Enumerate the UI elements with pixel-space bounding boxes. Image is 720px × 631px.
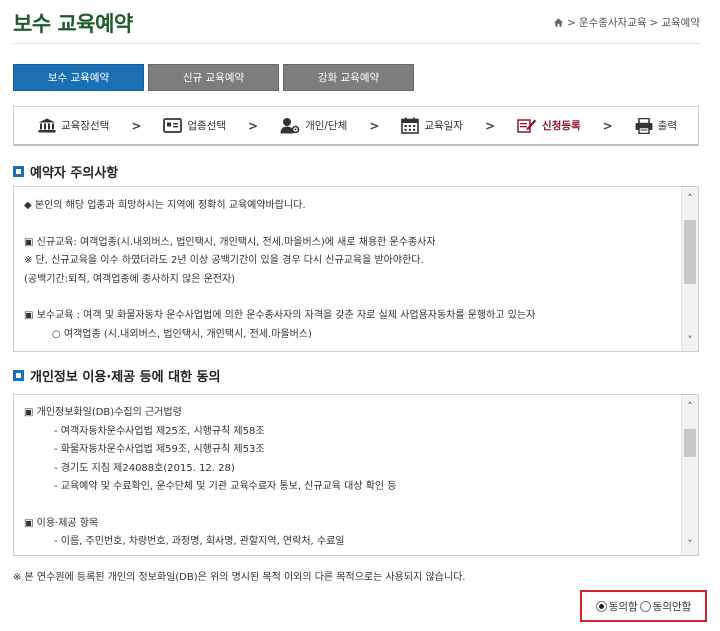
step-individual-group: 개인/단체 <box>280 117 347 134</box>
scroll-up-icon[interactable]: ˄ <box>682 398 698 414</box>
breadcrumb: > 운수종사자교육 > 교육예약 <box>553 15 700 30</box>
step-arrow: > <box>248 118 259 133</box>
notice-blank-line <box>24 216 670 234</box>
privacy-line: - 여객자동차운수사업법 제25조, 시행규칙 제58조 <box>54 425 265 437</box>
scroll-down-icon[interactable]: ˅ <box>682 332 698 348</box>
step-label: 신청등록 <box>542 120 581 132</box>
agree-radio[interactable] <box>595 600 607 612</box>
notice-scrollbar[interactable]: ˄ ˅ <box>681 187 698 351</box>
calendar-icon <box>401 117 420 134</box>
privacy-line: - 화물자동차운수사업법 제59조, 시행규칙 제53조 <box>54 444 265 455</box>
page-title: 보수 교육예약 <box>13 12 133 36</box>
privacy-section-title: 개인정보 이용·제공 등에 대한 동의 <box>30 370 221 385</box>
title-divider <box>13 43 700 44</box>
agree-label[interactable]: 동의함 <box>609 599 638 614</box>
notice-content: ◆ 본인의 해당 업종과 희망하시는 지역에 정확히 교육예약바랍니다. ▣ 신… <box>14 187 698 344</box>
notice-line: ▣ 신규교육: 여객업종(시.내외버스, 법인택시, 개인택시, 전세.마을버스… <box>24 236 436 248</box>
privacy-section-heading: 개인정보 이용·제공 등에 대한 동의 <box>13 366 220 385</box>
step-training-center: 교육장선택 <box>38 118 109 133</box>
step-label: 교육장선택 <box>61 120 110 132</box>
bullet-square-icon <box>13 166 24 177</box>
privacy-line: - 경기도 지침 제24088호(2015. 12. 28) <box>54 462 235 474</box>
privacy-line: ▣ 개인정보화일(DB)수집의 근거법령 <box>24 407 182 418</box>
notice-line: (공백기간:퇴직, 여객업종에 종사하지 않은 운전자) <box>24 273 236 285</box>
privacy-scrollbar[interactable]: ˄ ˅ <box>681 395 698 555</box>
step-training-date: 교육일자 <box>401 117 463 134</box>
notice-textbox[interactable]: ◆ 본인의 해당 업종과 희망하시는 지역에 정확히 교육예약바랍니다. ▣ 신… <box>13 186 699 352</box>
step-label: 출력 <box>657 120 678 132</box>
notice-blank-line <box>24 289 670 307</box>
tab-new-reservation[interactable]: 신규 교육예약 <box>148 64 279 91</box>
scroll-thumb[interactable] <box>684 429 696 457</box>
notice-section-title: 예약자 주의사항 <box>30 166 119 181</box>
disagree-radio[interactable] <box>639 600 651 612</box>
bullet-square-icon <box>13 370 24 381</box>
step-application-register: 신청등록 <box>517 117 581 134</box>
notice-line: ○ 여객업종 (시.내외버스, 법인택시, 개인택시, 전세.마을버스) <box>52 328 312 340</box>
step-arrow: > <box>369 118 380 133</box>
disagree-option[interactable]: 동의안함 <box>639 599 692 614</box>
notice-section-heading: 예약자 주의사항 <box>13 162 118 181</box>
tab-renewal-reservation[interactable]: 보수 교육예약 <box>13 64 144 91</box>
step-label: 업종선택 <box>187 120 227 132</box>
step-arrow: > <box>602 118 613 133</box>
breadcrumb-separator: > <box>567 16 576 29</box>
home-icon[interactable] <box>553 17 564 28</box>
card-icon <box>163 118 183 133</box>
step-label: 교육일자 <box>424 120 463 132</box>
person-gear-icon <box>280 118 300 134</box>
notice-line: ◆ 본인의 해당 업종과 희망하시는 지역에 정확히 교육예약바랍니다. <box>24 200 306 211</box>
step-progress-bar: 교육장선택 > 업종선택 > 개인/단체 > 교육일자 > 신청등록 > 출력 <box>13 106 699 146</box>
printer-icon <box>635 117 653 134</box>
breadcrumb-item-category[interactable]: 운수종사자교육 <box>579 15 647 30</box>
step-business-type: 업종선택 <box>163 118 226 133</box>
notice-line: ▣ 보수교육 : 여객 및 화물자동차 운수사업법에 의한 운수종사자의 자격을… <box>24 310 536 321</box>
scroll-down-icon[interactable]: ˅ <box>682 536 698 552</box>
privacy-line: ▣ 이용·제공 항목 <box>24 517 99 529</box>
privacy-content: ▣ 개인정보화일(DB)수집의 근거법령 - 여객자동차운수사업법 제25조, … <box>14 395 698 552</box>
step-arrow: > <box>131 118 142 133</box>
privacy-usage-notice: ※ 본 연수원에 등록된 개인의 정보화일(DB)은 위의 명시된 목적 이외의… <box>13 572 466 583</box>
scroll-up-icon[interactable]: ˄ <box>682 190 698 206</box>
privacy-line: - 교육예약 및 수료확인, 운수단체 및 기관 교육수료자 통보, 신규교육 … <box>54 481 397 492</box>
bank-icon <box>38 118 56 133</box>
scroll-thumb[interactable] <box>684 220 696 284</box>
breadcrumb-separator: > <box>649 16 659 29</box>
disagree-label[interactable]: 동의안함 <box>653 599 692 614</box>
consent-radio-group: 동의함 동의안함 <box>580 590 707 622</box>
privacy-textbox[interactable]: ▣ 개인정보화일(DB)수집의 근거법령 - 여객자동차운수사업법 제25조, … <box>13 394 699 556</box>
step-arrow: > <box>484 118 496 133</box>
notice-line: ※ 단, 신규교육을 이수 하였더라도 2년 이상 공백기간이 있을 경우 다시… <box>24 255 424 266</box>
step-label: 개인/단체 <box>305 120 348 132</box>
tab-enhanced-reservation[interactable]: 강화 교육예약 <box>283 64 414 91</box>
privacy-line: - 이름, 주민번호, 차량번호, 과정명, 회사명, 관할지역, 연락처, 수… <box>54 536 345 547</box>
pencil-icon <box>517 119 537 133</box>
privacy-blank-line <box>24 497 670 515</box>
agree-option[interactable]: 동의함 <box>595 599 638 614</box>
reservation-tabs: 보수 교육예약 신규 교육예약 강화 교육예약 <box>13 64 414 91</box>
breadcrumb-item-current: 교육예약 <box>661 17 700 29</box>
step-print: 출력 <box>635 117 678 134</box>
